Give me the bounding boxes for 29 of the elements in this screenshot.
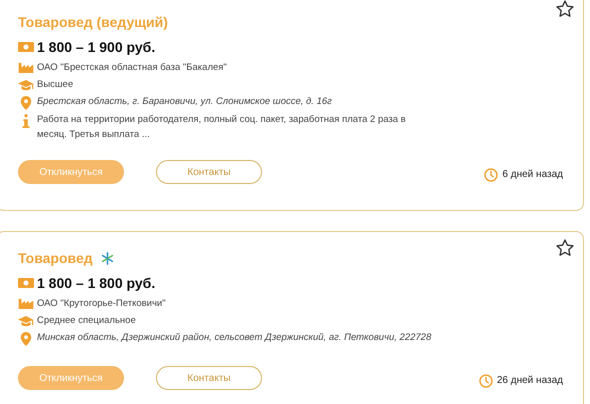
location-pin-icon	[18, 332, 34, 346]
contacts-button[interactable]: Контакты	[156, 366, 262, 390]
detail-text: Брестская область, г. Барановичи, ул. Слонимское шоссе, д. 16г	[37, 95, 332, 109]
money-icon	[18, 41, 34, 53]
vacancy-title[interactable]: Товаровед (ведущий)	[18, 14, 168, 30]
factory-icon	[18, 298, 34, 309]
respond-button[interactable]: Откликнуться	[18, 160, 124, 184]
location-pin-icon	[18, 96, 34, 110]
detail-text: ОАО "Крутогорье-Петковичи"	[37, 297, 166, 311]
detail-text: Высшее	[37, 78, 74, 92]
clock-icon	[478, 374, 493, 388]
detail-text: Среднее специальное	[37, 314, 136, 328]
star-icon[interactable]	[555, 238, 575, 258]
contacts-button[interactable]: Контакты	[156, 160, 262, 184]
detail-text: Минская область, Дзержинский район, сельсовет Дзержинский, аг. Петковичи, 222728	[37, 331, 432, 345]
vacancy-title[interactable]: Товаровед	[18, 250, 93, 266]
posted-time: 26 дней назад	[496, 375, 563, 386]
graduation-cap-icon	[18, 79, 34, 91]
money-icon	[18, 277, 34, 289]
graduation-cap-icon	[18, 315, 34, 327]
salary-text: 1 800 – 1 800 руб.	[37, 275, 156, 291]
factory-icon	[18, 62, 34, 73]
posted-time: 6 дней назад	[502, 169, 563, 180]
detail-text: ОАО "Брестская областная база "Бакалея"	[37, 61, 227, 75]
detail-text: Работа на территории работодателя, полный соц. пакет, заработная плата 2 раза в месяц. Третья выплата ...	[37, 113, 407, 142]
respond-button[interactable]: Откликнуться	[18, 366, 124, 390]
star-icon[interactable]	[555, 0, 575, 19]
salary-text: 1 800 – 1 900 руб.	[37, 39, 156, 55]
clock-icon	[484, 168, 498, 182]
